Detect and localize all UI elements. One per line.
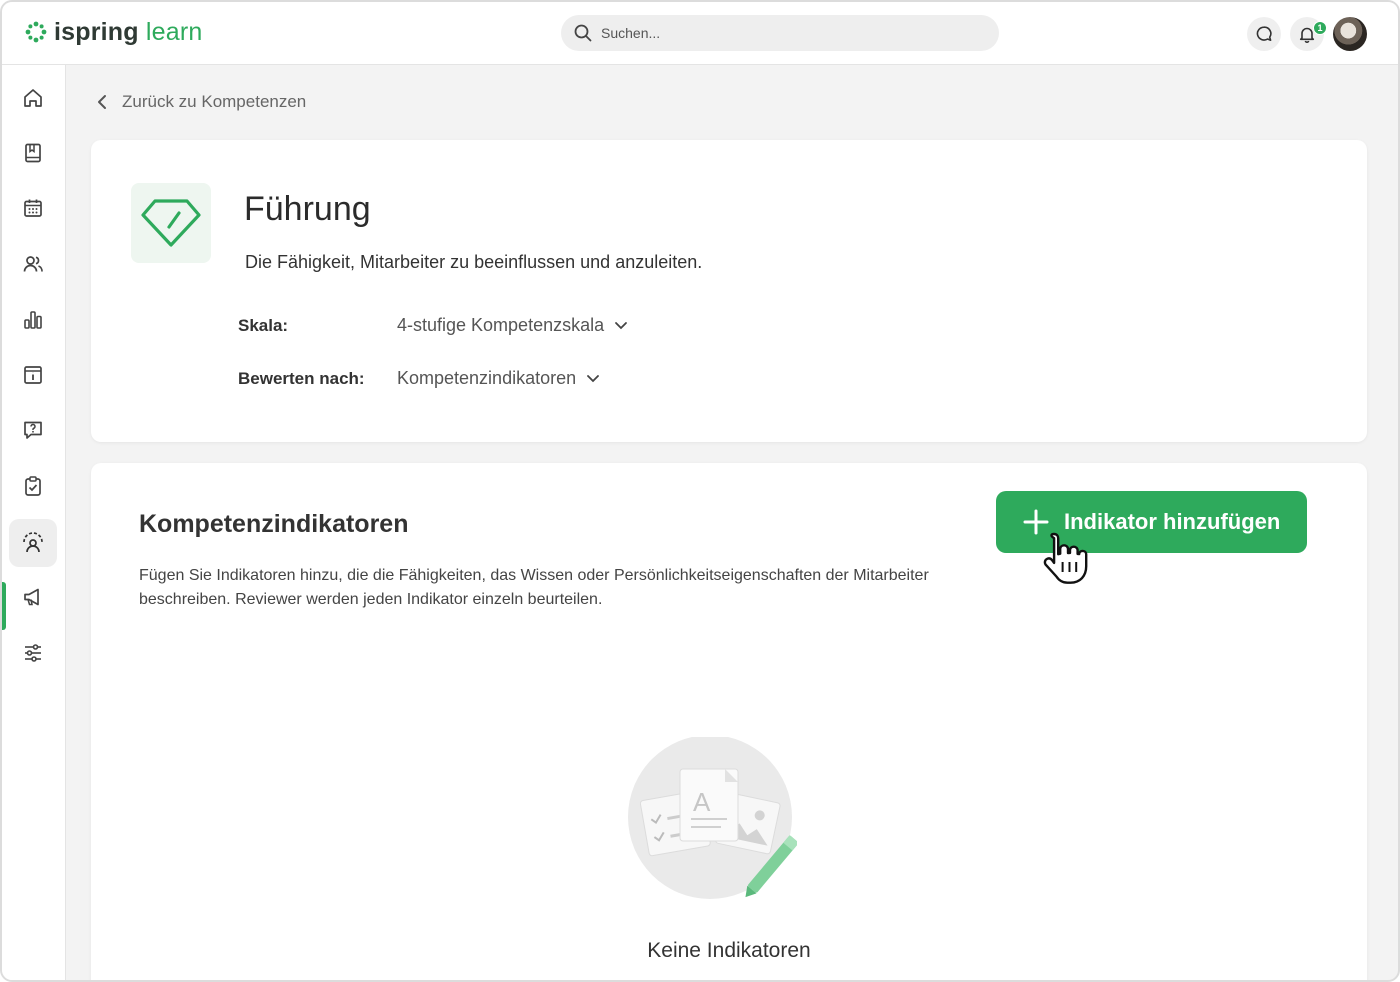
logo[interactable]: ispring learn	[24, 18, 203, 46]
sidebar-item-competencies[interactable]	[9, 519, 57, 567]
sidebar	[2, 65, 66, 980]
sidebar-item-announcements[interactable]	[9, 573, 57, 621]
megaphone-icon	[24, 588, 39, 606]
question-icon	[24, 421, 42, 439]
chevron-down-icon	[615, 321, 628, 329]
page-title: Führung	[244, 190, 371, 228]
clipboard-check-icon	[25, 476, 41, 496]
sidebar-item-calendar[interactable]	[9, 184, 57, 232]
home-icon	[24, 89, 42, 107]
empty-state-illustration: A	[628, 737, 797, 899]
logo-text: ispring learn	[54, 18, 203, 46]
indicators-card: Kompetenzindikatoren Indikator hinzufüge…	[91, 463, 1367, 980]
empty-state-text: Keine Indikatoren	[647, 939, 811, 962]
competency-description: Die Fähigkeit, Mitarbeiter zu beeinfluss…	[245, 252, 703, 272]
rate-by-value: Kompetenzindikatoren	[397, 368, 577, 388]
search-icon	[574, 24, 592, 42]
competency-card: Führung Die Fähigkeit, Mitarbeiter zu be…	[91, 140, 1367, 442]
search-input[interactable]: Suchen...	[561, 15, 999, 51]
scale-value: 4-stufige Kompetenzskala	[397, 315, 605, 335]
chevron-left-icon	[98, 95, 106, 109]
app-window: ispring learn Suchen... 1 Zurück zu Komp…	[0, 0, 1400, 982]
sidebar-item-tasks[interactable]	[9, 462, 57, 510]
sidebar-item-home[interactable]	[9, 74, 57, 122]
logo-icon	[25, 21, 47, 43]
notification-badge: 1	[1313, 21, 1327, 35]
top-bar: ispring learn Suchen... 1	[2, 2, 1398, 65]
competency-icon	[23, 532, 43, 553]
sidebar-item-settings[interactable]	[9, 629, 57, 677]
info-icon	[24, 366, 42, 384]
rate-by-select[interactable]: Kompetenzindikatoren	[397, 368, 600, 389]
avatar[interactable]	[1333, 17, 1367, 51]
search-placeholder: Suchen...	[601, 25, 661, 41]
settings-sliders-icon	[25, 644, 41, 662]
competency-badge	[131, 183, 211, 263]
chevron-down-icon	[587, 374, 600, 382]
sidebar-item-users[interactable]	[9, 240, 57, 288]
calendar-icon	[24, 199, 42, 217]
indicators-description: Fügen Sie Indikatoren hinzu, die die Fäh…	[139, 567, 929, 608]
svg-text:A: A	[693, 787, 711, 817]
hand-cursor-icon	[1043, 532, 1088, 584]
indicators-title: Kompetenzindikatoren	[139, 510, 409, 538]
sidebar-item-courses[interactable]	[9, 129, 57, 177]
back-to-competencies-link[interactable]: Zurück zu Kompetenzen	[96, 92, 306, 112]
users-icon	[23, 256, 43, 272]
sidebar-item-reports[interactable]	[9, 296, 57, 344]
add-indicator-label: Indikator hinzufügen	[1064, 509, 1281, 534]
chat-icon	[1256, 26, 1272, 41]
bar-chart-icon	[24, 311, 42, 329]
sidebar-item-info[interactable]	[9, 351, 57, 399]
scale-select[interactable]: 4-stufige Kompetenzskala	[397, 315, 628, 336]
chat-button[interactable]	[1247, 17, 1281, 51]
sidebar-item-help[interactable]	[9, 406, 57, 454]
rate-by-label: Bewerten nach:	[238, 369, 365, 388]
sidebar-active-indicator	[2, 582, 6, 630]
diamond-icon	[141, 199, 201, 247]
back-link-label: Zurück zu Kompetenzen	[122, 92, 307, 111]
scale-label: Skala:	[238, 316, 289, 335]
book-icon	[25, 143, 41, 163]
